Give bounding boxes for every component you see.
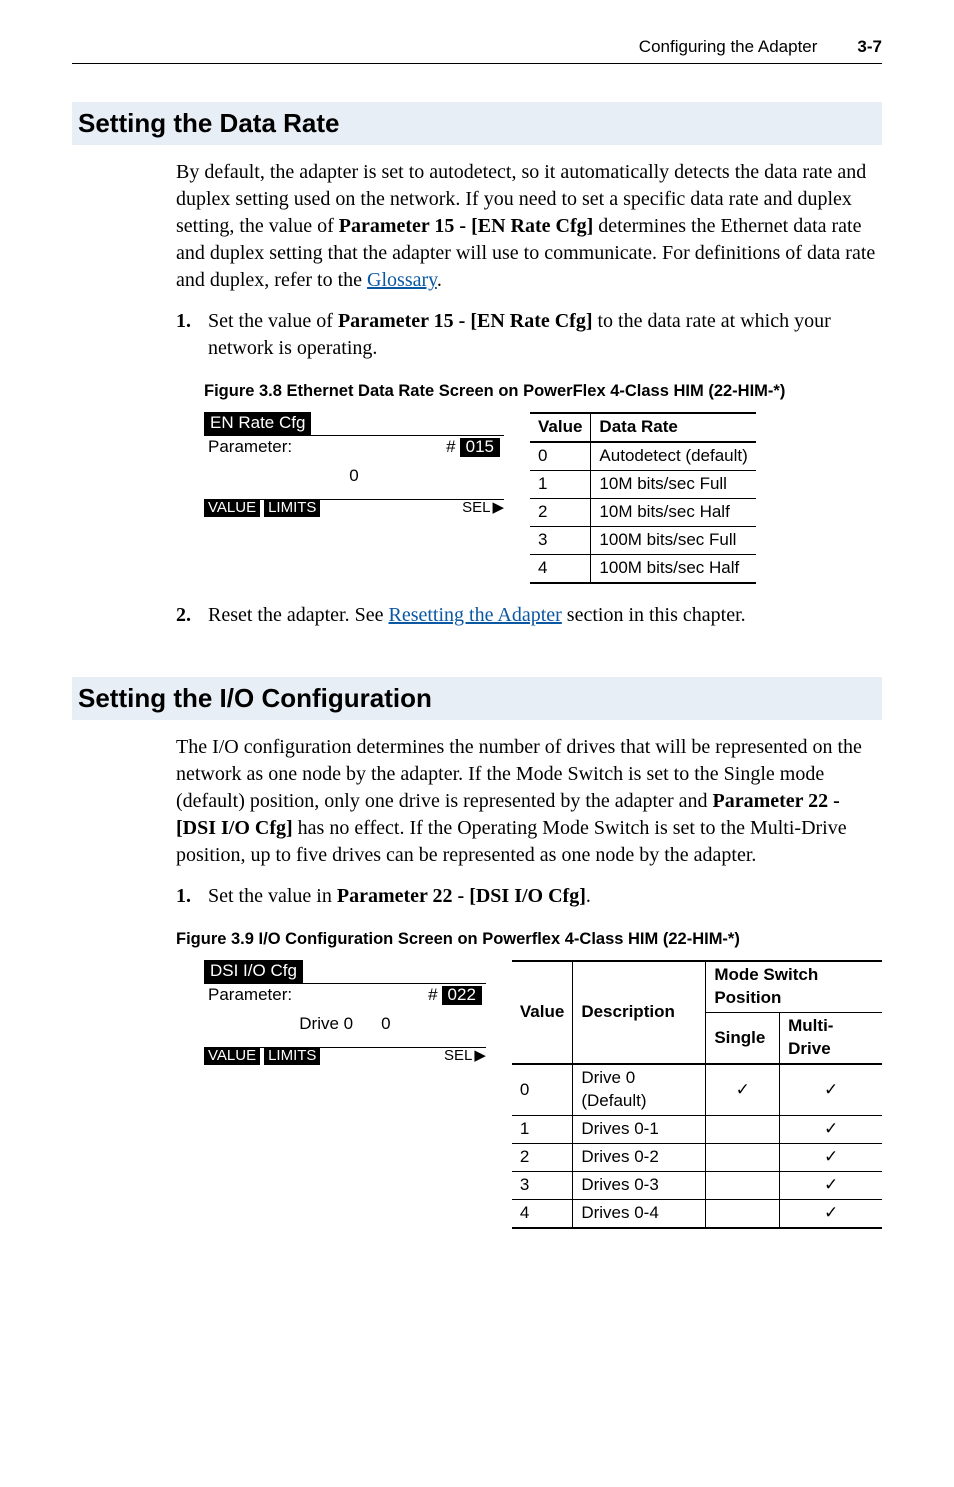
- parameter-15-label: Parameter 15 - [EN Rate Cfg]: [338, 310, 593, 332]
- cell-single: [706, 1171, 780, 1199]
- cell-multi: ✓: [780, 1143, 882, 1171]
- section-setting-data-rate: Setting the Data Rate: [72, 102, 882, 145]
- him-current-value: 0: [349, 467, 358, 486]
- cell-value: 3: [530, 527, 591, 555]
- step-1: 1. Set the value in Parameter 22 - [DSI …: [176, 883, 882, 910]
- cell-value: 3: [512, 1171, 573, 1199]
- th-value: Value: [512, 961, 573, 1064]
- cell-value: 2: [512, 1143, 573, 1171]
- cell-value: 4: [530, 554, 591, 582]
- parameter-15-label: Parameter 15 - [EN Rate Cfg]: [339, 215, 594, 237]
- cell-desc: Drives 0-4: [573, 1199, 706, 1227]
- section-setting-io-config: Setting the I/O Configuration: [72, 677, 882, 720]
- th-data-rate: Data Rate: [591, 413, 756, 442]
- him-display-dsi-io: DSI I/O Cfg Parameter: # 022 Drive 0 0 V…: [204, 960, 486, 1065]
- cell-value: 1: [512, 1115, 573, 1143]
- figure-3-8-caption: Figure 3.8 Ethernet Data Rate Screen on …: [204, 380, 882, 402]
- cell-desc: Drive 0 (Default): [573, 1064, 706, 1115]
- right-arrow-icon: ▶: [492, 500, 504, 517]
- step-text: Reset the adapter. See Resetting the Ada…: [208, 602, 746, 629]
- io-config-table: Value Description Mode Switch Position S…: [512, 960, 882, 1228]
- chapter-title: Configuring the Adapter: [639, 36, 818, 59]
- figure-3-9-caption: Figure 3.9 I/O Configuration Screen on P…: [176, 928, 882, 950]
- cell-value: 0: [512, 1064, 573, 1115]
- list-number: 1.: [176, 308, 198, 362]
- value-softkey: VALUE: [204, 500, 260, 517]
- cell-single: [706, 1115, 780, 1143]
- text: Reset the adapter. See: [208, 604, 389, 626]
- cell-desc: 10M bits/sec Full: [591, 471, 756, 499]
- step-2: 2. Reset the adapter. See Resetting the …: [176, 602, 882, 629]
- step-text: Set the value of Parameter 15 - [EN Rate…: [208, 308, 882, 362]
- parameter-number: 015: [460, 438, 500, 457]
- list-number: 2.: [176, 602, 198, 629]
- him-title: DSI I/O Cfg: [204, 960, 303, 983]
- list-number: 1.: [176, 883, 198, 910]
- text: section in this chapter.: [562, 604, 746, 626]
- cell-desc: 100M bits/sec Full: [591, 527, 756, 555]
- right-arrow-icon: ▶: [474, 1048, 486, 1065]
- sel-softkey: SEL ▶: [462, 500, 504, 517]
- him-center-label: Drive 0: [299, 1015, 353, 1034]
- text: Set the value in: [208, 885, 337, 907]
- parameter-22-label: Parameter 22 - [DSI I/O Cfg]: [337, 885, 586, 907]
- glossary-link[interactable]: Glossary: [367, 269, 437, 291]
- sel-label: SEL: [462, 500, 490, 517]
- cell-desc: Drives 0-1: [573, 1115, 706, 1143]
- page-number: 3-7: [857, 36, 882, 59]
- cell-value: 0: [530, 442, 591, 470]
- cell-multi: ✓: [780, 1064, 882, 1115]
- hash-symbol: #: [446, 438, 455, 457]
- cell-value: 1: [530, 471, 591, 499]
- cell-multi: ✓: [780, 1199, 882, 1227]
- him-current-value: 0: [381, 1015, 390, 1034]
- data-rate-table: Value Data Rate 0 Autodetect (default) 1…: [530, 412, 756, 584]
- sel-softkey: SEL ▶: [444, 1048, 486, 1065]
- cell-desc: 10M bits/sec Half: [591, 499, 756, 527]
- cell-single: [706, 1199, 780, 1227]
- him-title: EN Rate Cfg: [204, 412, 311, 435]
- value-softkey: VALUE: [204, 1048, 260, 1065]
- step-1: 1. Set the value of Parameter 15 - [EN R…: [176, 308, 882, 362]
- text: .: [586, 885, 591, 907]
- text: Set the value of: [208, 310, 338, 332]
- limits-softkey: LIMITS: [264, 500, 320, 517]
- him-parameter-label: Parameter:: [208, 986, 428, 1005]
- body-paragraph: By default, the adapter is set to autode…: [176, 159, 882, 294]
- resetting-adapter-link[interactable]: Resetting the Adapter: [389, 604, 562, 626]
- hash-symbol: #: [428, 986, 437, 1005]
- th-multi-drive: Multi-Drive: [780, 1013, 882, 1064]
- cell-desc: 100M bits/sec Half: [591, 554, 756, 582]
- running-header: Configuring the Adapter 3-7: [72, 36, 882, 64]
- th-single: Single: [706, 1013, 780, 1064]
- cell-desc: Drives 0-3: [573, 1171, 706, 1199]
- limits-softkey: LIMITS: [264, 1048, 320, 1065]
- cell-desc: Drives 0-2: [573, 1143, 706, 1171]
- cell-desc: Autodetect (default): [591, 442, 756, 470]
- cell-single: ✓: [706, 1064, 780, 1115]
- body-paragraph: The I/O configuration determines the num…: [176, 734, 882, 869]
- step-text: Set the value in Parameter 22 - [DSI I/O…: [208, 883, 591, 910]
- cell-multi: ✓: [780, 1115, 882, 1143]
- cell-value: 2: [530, 499, 591, 527]
- cell-multi: ✓: [780, 1171, 882, 1199]
- sel-label: SEL: [444, 1048, 472, 1065]
- him-parameter-label: Parameter:: [208, 438, 446, 457]
- cell-value: 4: [512, 1199, 573, 1227]
- cell-single: [706, 1143, 780, 1171]
- text: .: [437, 269, 442, 291]
- parameter-number: 022: [442, 986, 482, 1005]
- th-mode-switch: Mode Switch Position: [706, 961, 882, 1012]
- th-value: Value: [530, 413, 591, 442]
- th-description: Description: [573, 961, 706, 1064]
- him-display-en-rate: EN Rate Cfg Parameter: # 015 0 VALUE LIM…: [204, 412, 504, 517]
